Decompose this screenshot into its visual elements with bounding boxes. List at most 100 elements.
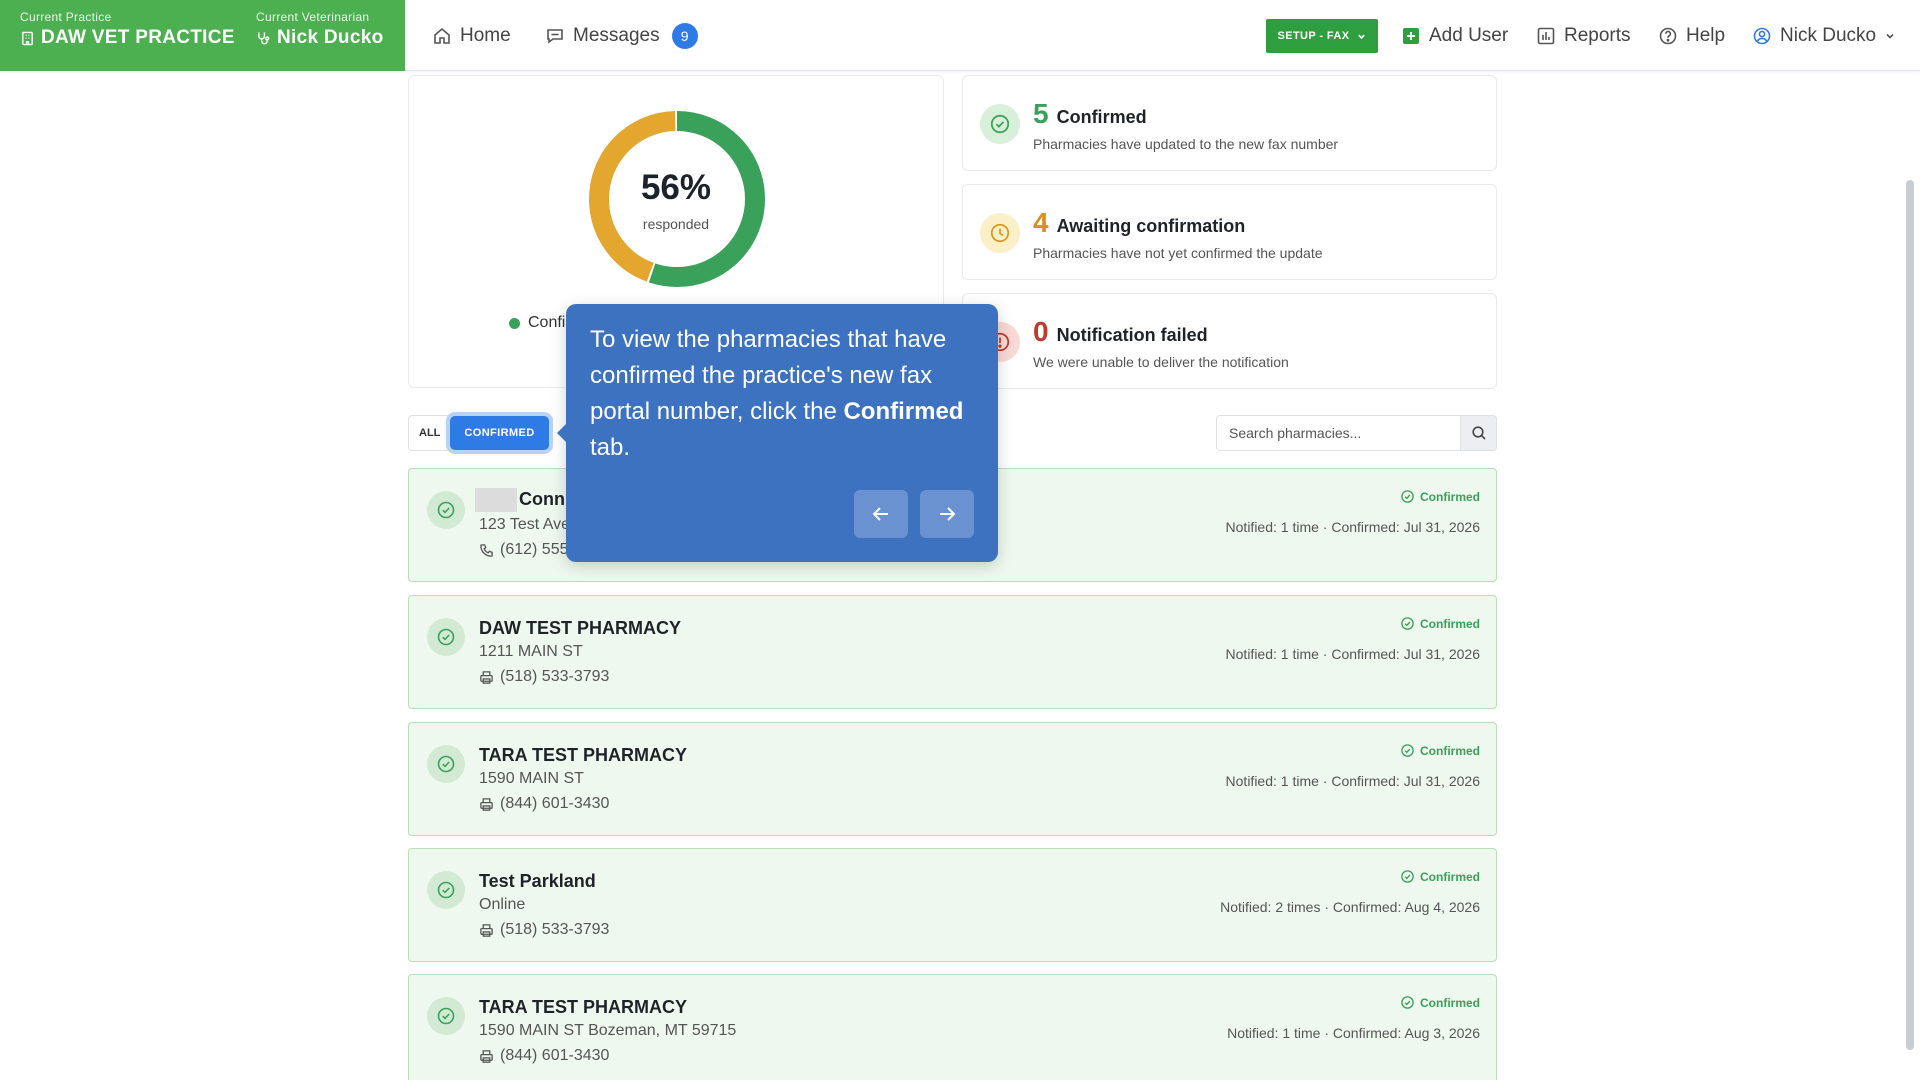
current-practice[interactable]: Current Practice DAW VET PRACTICE [20,10,235,49]
pharmacy-fax-number: (518) 533-3793 [500,921,610,938]
stat-awaiting-desc: Pharmacies have not yet confirmed the up… [1033,245,1323,261]
status-badge: Confirmed [1400,616,1480,631]
current-practice-value: DAW VET PRACTICE [20,27,235,49]
add-user-label: Add User [1429,24,1509,46]
pharmacy-name: Test Parkland [479,871,596,891]
stat-failed-card: 0 Notification failed We were unable to … [962,293,1497,389]
check-circle-icon [1401,617,1414,630]
chevron-down-icon [1886,33,1894,39]
tooltip-next-button[interactable] [920,490,974,538]
practice-brand-panel: Current Practice DAW VET PRACTICE Curren… [0,0,405,71]
pharmacy-row[interactable]: DAW TEST PHARMACY 1211 MAIN ST (518) 533… [408,595,1497,709]
nav-home-label: Home [460,24,511,46]
notification-meta: Notified: 1 time · Confirmed: Jul 31, 20… [1225,519,1480,535]
pharmacy-search [1216,415,1497,451]
arrow-left-icon [872,507,888,521]
tooltip-back-button[interactable] [854,490,908,538]
pharmacy-fax: (518) 533-3793 [479,668,609,686]
user-menu[interactable]: Nick Ducko [1752,0,1896,71]
tab-confirmed[interactable]: CONFIRMED [450,416,549,450]
check-circle-icon [1401,870,1414,883]
notification-meta: Notified: 1 time · Confirmed: Aug 3, 202… [1227,1025,1480,1041]
reports-link[interactable]: Reports [1536,0,1631,71]
pharmacy-address: 1211 MAIN ST [479,643,583,660]
pharmacy-row[interactable]: TARA TEST PHARMACY 1590 MAIN ST Bozeman,… [408,974,1497,1080]
page-scrollbar[interactable] [1906,180,1914,1050]
pharmacy-address: Online [479,896,526,913]
legend-confirmed-dot [509,317,520,329]
tab-all[interactable]: ALL [409,427,450,439]
legend-confirmed-label: Confi [528,314,566,331]
stat-failed-label: Notification failed [1056,325,1208,345]
stat-confirmed-desc: Pharmacies have updated to the new fax n… [1033,136,1339,152]
check-circle-icon [1401,744,1414,757]
pharmacy-fax: (844) 601-3430 [479,1047,609,1065]
donut-legend: Confi [509,314,565,332]
help-link[interactable]: Help [1658,0,1725,71]
stat-failed-desc: We were unable to deliver the notificati… [1033,354,1289,370]
bar-chart-icon [1537,27,1555,44]
stat-awaiting-count: 4 [1033,207,1049,238]
printer-icon [480,923,493,937]
redacted-block [475,488,517,512]
stethoscope-icon [258,31,270,44]
current-veterinarian[interactable]: Current Veterinarian Nick Ducko [256,10,383,49]
response-percent: 56% [640,168,712,207]
setup-fax-label: SETUP - FAX [1277,30,1350,42]
row-status-icon-wrap [427,997,465,1035]
search-button[interactable] [1460,416,1496,450]
stat-confirmed-count: 5 [1033,98,1049,129]
tooltip-text-bold: Confirmed [843,398,964,425]
current-practice-name: DAW VET PRACTICE [41,27,235,48]
chevron-down-icon [1357,34,1365,39]
current-veterinarian-name: Nick Ducko [277,27,384,48]
row-status-icon-wrap [427,618,465,656]
setup-fax-dropdown[interactable]: SETUP - FAX [1266,19,1378,53]
pharmacy-fax: (844) 601-3430 [479,795,609,813]
status-badge: Confirmed [1400,995,1480,1010]
check-circle-icon [437,628,455,646]
top-navigation-bar: Current Practice DAW VET PRACTICE Curren… [0,0,1920,71]
check-circle-icon [437,1007,455,1025]
pharmacy-row[interactable]: TARA TEST PHARMACY 1590 MAIN ST (844) 60… [408,722,1497,836]
printer-icon [480,670,493,684]
stat-confirmed-card: 5 Confirmed Pharmacies have updated to t… [962,75,1497,171]
nav-messages-label: Messages [573,24,660,46]
add-user-button[interactable]: Add User [1401,0,1508,71]
stat-awaiting-icon-wrap [980,213,1020,253]
current-veterinarian-value: Nick Ducko [256,27,383,49]
search-icon [1471,426,1486,440]
help-circle-icon [1659,27,1677,44]
pharmacy-name: Conn [519,488,565,509]
search-input[interactable] [1217,416,1460,450]
messages-count-badge: 9 [671,22,698,49]
notification-meta: Notified: 1 time · Confirmed: Jul 31, 20… [1225,773,1480,789]
notification-meta: Notified: 1 time · Confirmed: Jul 31, 20… [1225,646,1480,662]
printer-icon [480,797,493,811]
pharmacy-phone-number: (612) 555 [500,541,569,558]
plus-square-icon [1403,27,1419,44]
stat-awaiting-label: Awaiting confirmation [1056,216,1246,236]
stat-failed-headline: 0 Notification failed [1033,316,1208,348]
stat-awaiting-headline: 4 Awaiting confirmation [1033,207,1245,239]
response-percent-label: responded [642,216,710,232]
check-circle-icon [437,755,455,773]
home-icon [434,27,450,44]
status-label: Confirmed [1420,743,1480,758]
status-badge: Confirmed [1400,489,1480,504]
pharmacy-address: 1590 MAIN ST [479,770,584,787]
pharmacy-fax-number: (518) 533-3793 [500,668,610,685]
message-icon [547,28,563,44]
stat-awaiting-card: 4 Awaiting confirmation Pharmacies have … [962,184,1497,280]
status-label: Confirmed [1420,995,1480,1010]
row-status-icon-wrap [427,491,465,529]
pharmacy-row[interactable]: Test Parkland Online (518) 533-3793 Conf… [408,848,1497,962]
pharmacy-fax-number: (844) 601-3430 [500,1047,610,1064]
status-badge: Confirmed [1400,743,1480,758]
nav-messages[interactable]: Messages 9 [545,0,698,71]
pharmacy-name: TARA TEST PHARMACY [479,997,687,1017]
nav-home[interactable]: Home [432,0,511,71]
current-veterinarian-caption: Current Veterinarian [256,10,370,24]
pharmacy-name-wrap: Conn [475,488,565,512]
tooltip-text-after: tab. [590,434,631,461]
